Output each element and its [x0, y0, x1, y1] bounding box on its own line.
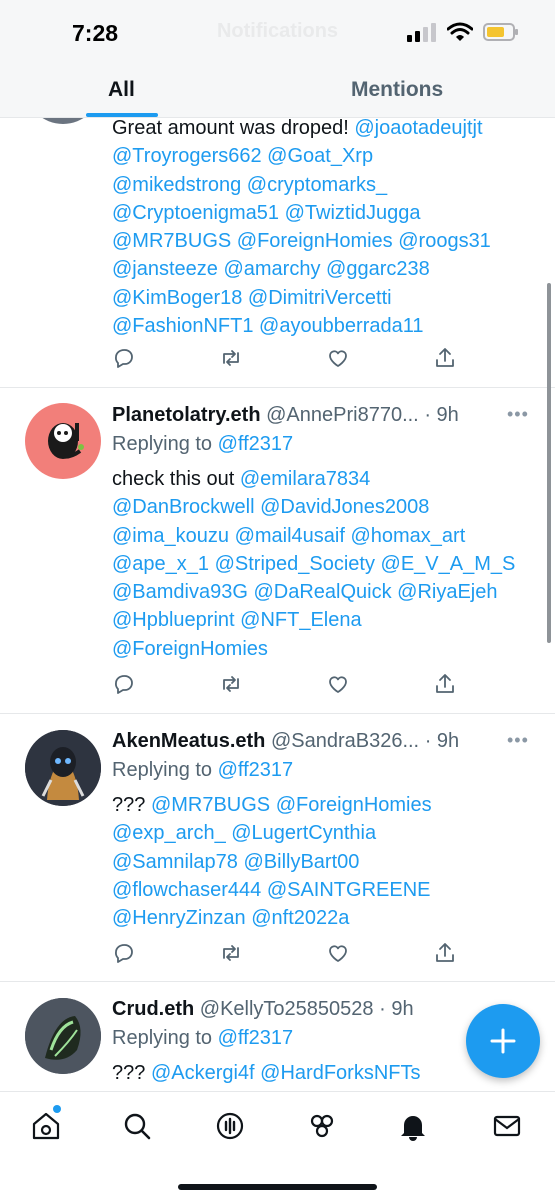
- reply-icon[interactable]: [112, 941, 138, 967]
- nav-spaces[interactable]: [215, 1111, 245, 1141]
- share-icon[interactable]: [433, 346, 459, 372]
- handle[interactable]: @SandraB326...: [271, 730, 419, 752]
- tweet-header: Planetolatry.eth @AnnePri8770... · 9h: [112, 404, 459, 427]
- compose-plus-icon: [490, 1028, 516, 1054]
- tweet-line: @Hpblueprint @NFT_Elena: [112, 609, 362, 632]
- reply-icon[interactable]: [112, 672, 138, 698]
- signal-icon: [407, 23, 436, 42]
- retweet-icon[interactable]: [219, 941, 245, 967]
- home-icon: [32, 1112, 60, 1140]
- status-time: 7:28: [72, 20, 119, 46]
- share-icon[interactable]: [433, 672, 459, 698]
- tweet-actions: [112, 346, 462, 372]
- tweet-line: @Samnilap78 @BillyBart00: [112, 850, 360, 873]
- battery-icon: [483, 23, 518, 41]
- tweet-line: @ape_x_1 @Striped_Society @E_V_A_M_S: [112, 552, 516, 575]
- tweet-line: check this out @emilara7834: [112, 468, 371, 490]
- replying-to: Replying to @ff2317: [112, 433, 294, 455]
- tweet-line: @FashionNFT1 @ayoubberrada11: [112, 315, 424, 338]
- nav-communities[interactable]: [307, 1111, 337, 1141]
- status-bar: Notifications 7:28: [0, 0, 555, 62]
- active-tab-indicator: [86, 113, 158, 117]
- tab-mentions[interactable]: Mentions: [351, 78, 443, 102]
- tweet-line: @Cryptoenigma51 @TwiztidJugga: [112, 201, 421, 224]
- tweet-line: Great amount was droped! @joaotadeujtjt: [112, 118, 483, 139]
- status-icons: [407, 22, 519, 42]
- like-icon[interactable]: [326, 672, 352, 698]
- timestamp: · 9h: [379, 998, 414, 1020]
- tweet-header: AkenMeatus.eth @SandraB326... · 9h: [112, 730, 459, 753]
- handle[interactable]: @AnnePri8770...: [266, 404, 419, 426]
- tweet[interactable]: Planetolatry.eth @AnnePri8770... · 9h ••…: [0, 388, 555, 714]
- replying-to-handle[interactable]: @ff2317: [218, 433, 294, 455]
- tweet-line: @DanBrockwell @DavidJones2008: [112, 496, 430, 519]
- like-icon[interactable]: [326, 941, 352, 967]
- display-name[interactable]: AkenMeatus.eth: [112, 730, 265, 752]
- avatar[interactable]: [25, 998, 101, 1074]
- spaces-icon: [216, 1112, 244, 1140]
- replying-to: Replying to @ff2317: [112, 759, 294, 781]
- more-options-icon[interactable]: •••: [507, 404, 529, 425]
- replying-to-handle[interactable]: @ff2317: [218, 1027, 294, 1049]
- tweet-header: Crud.eth @KellyTo25850528 · 9h: [112, 998, 414, 1021]
- timestamp: · 9h: [424, 730, 460, 752]
- tweet-line: @Bamdiva93G @DaRealQuick @RiyaEjeh: [112, 581, 498, 604]
- messages-icon: [493, 1115, 521, 1137]
- home-indicator: [178, 1184, 377, 1190]
- display-name[interactable]: Crud.eth: [112, 998, 194, 1020]
- tweet-text: check this out @emilara7834 @DanBrockwel…: [112, 465, 542, 663]
- tweet-line: @Troyrogers662 @Goat_Xrp: [112, 145, 374, 168]
- retweet-icon[interactable]: [219, 346, 245, 372]
- tweet-actions: [112, 672, 462, 698]
- communities-icon: [310, 1114, 334, 1138]
- tweet-line: @mikedstrong @cryptomarks_: [112, 173, 388, 196]
- tweet-text: ??? @MR7BUGS @ForeignHomies @exp_arch_ @…: [112, 791, 542, 932]
- tweet-line: @exp_arch_ @LugertCynthia: [112, 822, 377, 845]
- timestamp: · 9h: [424, 404, 459, 426]
- like-icon[interactable]: [326, 346, 352, 372]
- replying-to-handle[interactable]: @ff2317: [218, 759, 294, 781]
- tweet-line: @KimBoger18 @DimitriVercetti: [112, 286, 392, 309]
- compose-tweet-button[interactable]: [466, 1004, 540, 1078]
- tweet-line: ??? @MR7BUGS @ForeignHomies: [112, 794, 432, 816]
- avatar[interactable]: [25, 730, 101, 806]
- avatar[interactable]: [25, 403, 101, 479]
- tab-all[interactable]: All: [108, 78, 135, 102]
- share-icon[interactable]: [433, 941, 459, 967]
- notification-dot: [53, 1105, 61, 1113]
- tweet-line: @flowchaser444 @SAINTGREENE: [112, 878, 431, 901]
- scrollbar[interactable]: [547, 283, 551, 643]
- tweet-actions: [112, 941, 462, 967]
- nav-search[interactable]: [122, 1111, 152, 1141]
- avatar[interactable]: [25, 118, 101, 124]
- tweet-line: @HenryZinzan @nft2022a: [112, 907, 350, 930]
- retweet-icon[interactable]: [219, 672, 245, 698]
- display-name[interactable]: Planetolatry.eth: [112, 404, 261, 426]
- tweet[interactable]: AkenMeatus.eth @SandraB326... · 9h ••• R…: [0, 714, 555, 982]
- wifi-icon: [447, 22, 473, 41]
- nav-notifications[interactable]: [398, 1111, 428, 1141]
- handle[interactable]: @KellyTo25850528: [200, 998, 374, 1020]
- tweet-line: @ima_kouzu @mail4usaif @homax_art: [112, 524, 466, 547]
- tweet[interactable]: Great amount was droped! @joaotadeujtjt …: [0, 118, 555, 388]
- reply-icon[interactable]: [112, 346, 138, 372]
- tweet-line: @jansteeze @amarchy @ggarc238: [112, 258, 430, 281]
- more-options-icon[interactable]: •••: [507, 730, 529, 751]
- search-icon: [124, 1113, 151, 1140]
- tweet-line: @ForeignHomies: [112, 637, 268, 660]
- notifications-feed[interactable]: Great amount was droped! @joaotadeujtjt …: [0, 118, 555, 1091]
- nav-home[interactable]: [31, 1105, 61, 1141]
- nav-messages[interactable]: [492, 1111, 522, 1141]
- tweet-text: Great amount was droped! @joaotadeujtjt …: [112, 118, 542, 340]
- notifications-bell-icon: [401, 1116, 425, 1141]
- tweet-line: @MR7BUGS @ForeignHomies @roogs31: [112, 230, 491, 253]
- notification-tabs: All Mentions: [0, 62, 555, 118]
- replying-to: Replying to @ff2317: [112, 1027, 294, 1049]
